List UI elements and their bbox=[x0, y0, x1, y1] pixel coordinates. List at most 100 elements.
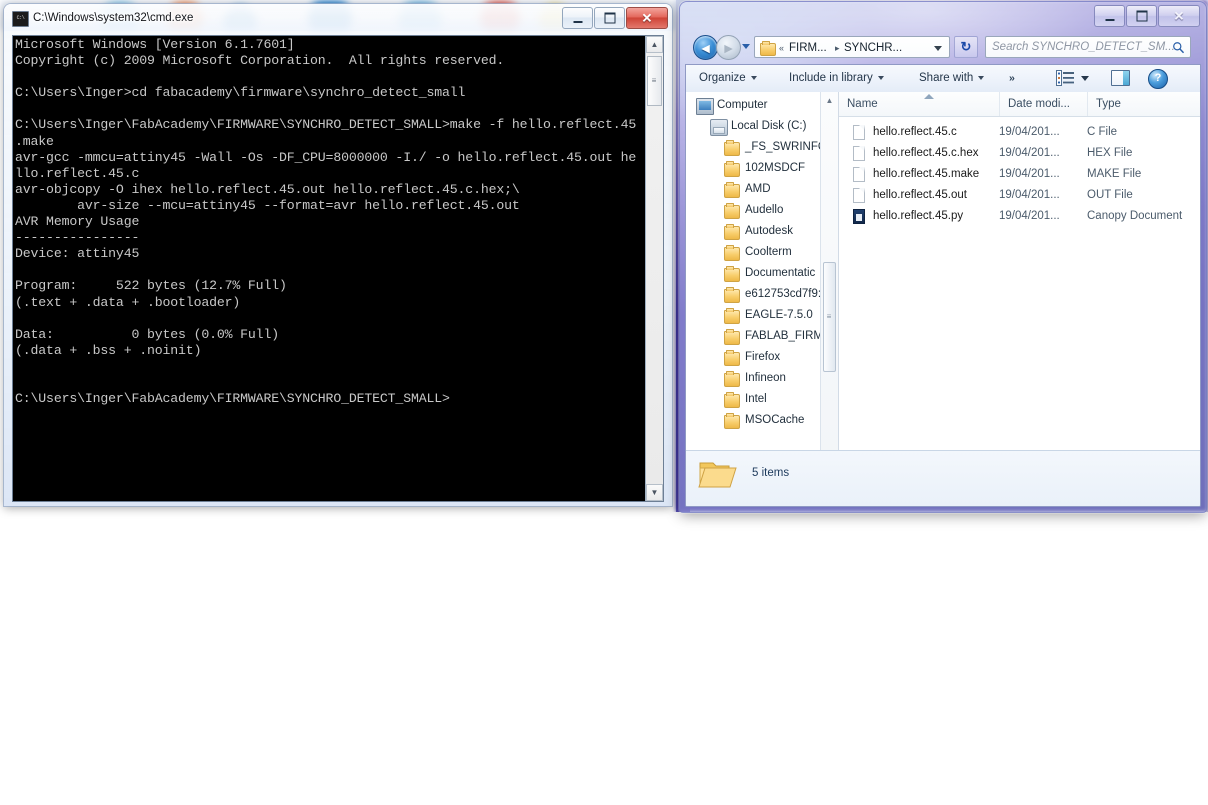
breadcrumb-synchro[interactable]: SYNCHR... bbox=[844, 41, 902, 55]
tree-item-label: MSOCache bbox=[745, 414, 805, 426]
tree-item-computer[interactable]: Computer bbox=[686, 95, 838, 116]
tree-item-autodesk[interactable]: Autodesk bbox=[686, 221, 838, 242]
minimize-button[interactable] bbox=[562, 7, 593, 29]
search-input[interactable]: Search SYNCHRO_DETECT_SM... bbox=[985, 36, 1191, 58]
item-count-label: 5 items bbox=[752, 467, 790, 479]
minimize-icon bbox=[573, 21, 582, 23]
tree-item-102msdcf[interactable]: 102MSDCF bbox=[686, 158, 838, 179]
table-row[interactable]: hello.reflect.45.out 19/04/201... OUT File bbox=[839, 185, 1200, 206]
scroll-down-arrow-icon[interactable]: ▼ bbox=[646, 484, 663, 501]
file-icon bbox=[853, 146, 865, 161]
chevron-down-icon[interactable] bbox=[934, 46, 942, 51]
command-prompt-window[interactable]: C:\ C:\Windows\system32\cmd.exe ✕ Micros… bbox=[4, 4, 672, 506]
tree-item-amd[interactable]: AMD bbox=[686, 179, 838, 200]
file-type-cell: C File bbox=[1087, 126, 1118, 138]
tree-item-fablab-firm[interactable]: FABLAB_FIRM bbox=[686, 326, 838, 347]
console-output-area[interactable]: Microsoft Windows [Version 6.1.7601] Cop… bbox=[12, 35, 664, 502]
tree-item-label: Autodesk bbox=[745, 225, 793, 237]
command-prompt-titlebar[interactable]: C:\ C:\Windows\system32\cmd.exe ✕ bbox=[4, 4, 672, 31]
nav-scrollbar-thumb[interactable]: ≡ bbox=[823, 262, 836, 372]
column-header-date-modified[interactable]: Date modi... bbox=[999, 92, 1087, 116]
include-in-library-button[interactable]: Include in library bbox=[784, 69, 889, 88]
column-header-name[interactable]: Name bbox=[839, 92, 999, 116]
desktop: C:\ C:\Windows\system32\cmd.exe ✕ Micros… bbox=[0, 0, 1208, 805]
tree-item-local-disk-c[interactable]: Local Disk (C:) bbox=[686, 116, 838, 137]
table-row[interactable]: hello.reflect.45.make 19/04/201... MAKE Fi… bbox=[839, 164, 1200, 185]
tree-item-label: Firefox bbox=[745, 351, 781, 363]
nav-scroll-up-arrow-icon[interactable]: ▲ bbox=[821, 92, 838, 109]
share-with-button[interactable]: Share with bbox=[914, 69, 989, 88]
tree-item-infineon[interactable]: Infineon bbox=[686, 368, 838, 389]
tree-item-firefox[interactable]: Firefox bbox=[686, 347, 838, 368]
maximize-button[interactable] bbox=[594, 7, 625, 29]
tree-item-msocache[interactable]: MSOCache bbox=[686, 410, 838, 431]
back-arrow-icon: ◄ bbox=[698, 39, 713, 56]
tree-item-label: Coolterm bbox=[745, 246, 792, 258]
refresh-button[interactable]: ↻ bbox=[954, 36, 978, 58]
navigation-pane[interactable]: Computer Local Disk (C:) _FS_SWRINFO 102MSD… bbox=[686, 92, 838, 489]
open-folder-icon bbox=[698, 462, 737, 488]
table-row[interactable]: hello.reflect.45.c.hex 19/04/201... HEX Fi… bbox=[839, 143, 1200, 164]
navigation-pane-scrollbar[interactable]: ▲ ≡ ▼ bbox=[820, 92, 838, 489]
chevron-down-icon bbox=[877, 75, 884, 80]
folder-icon bbox=[724, 287, 740, 303]
tree-item-label: Computer bbox=[717, 99, 768, 111]
minimize-icon bbox=[1105, 19, 1114, 21]
cmd-icon: C:\ bbox=[12, 11, 29, 27]
close-button[interactable]: ✕ bbox=[1158, 5, 1200, 27]
folder-icon bbox=[724, 245, 740, 261]
tree-item-label: Documentatic bbox=[745, 267, 816, 279]
tree-item-e612753cd7f9[interactable]: e612753cd7f9: bbox=[686, 284, 838, 305]
details-pane: 5 items bbox=[686, 450, 1200, 506]
tree-item-documentatic[interactable]: Documentatic bbox=[686, 263, 838, 284]
windows-explorer-window[interactable]: ✕ ◄ ► « FIRM... ▸ SYNCHR... ↻ Search SYN… bbox=[680, 2, 1206, 512]
forward-button[interactable]: ► bbox=[716, 35, 741, 60]
table-row[interactable]: hello.reflect.45.c 19/04/201... C File bbox=[839, 122, 1200, 143]
minimize-button[interactable] bbox=[1094, 5, 1125, 27]
tree-item-eagle-7-5-0[interactable]: EAGLE-7.5.0 bbox=[686, 305, 838, 326]
folder-icon bbox=[724, 350, 740, 366]
tree-item-label: Infineon bbox=[745, 372, 786, 384]
folder-icon bbox=[724, 266, 740, 282]
tree-item-audello[interactable]: Audello bbox=[686, 200, 838, 221]
chevron-down-icon bbox=[750, 75, 757, 80]
file-type-cell: OUT File bbox=[1087, 189, 1133, 201]
console-vertical-scrollbar[interactable]: ▲ ≡ ▼ bbox=[645, 36, 663, 501]
tree-item-label: EAGLE-7.5.0 bbox=[745, 309, 813, 321]
explorer-body: Organize Include in library Share with »… bbox=[685, 64, 1201, 507]
tree-item-intel[interactable]: Intel bbox=[686, 389, 838, 410]
file-date-cell: 19/04/201... bbox=[999, 126, 1060, 138]
breadcrumb-firmware[interactable]: FIRM... bbox=[789, 41, 827, 55]
organize-button[interactable]: Organize bbox=[694, 69, 762, 88]
computer-icon bbox=[696, 98, 714, 115]
breadcrumb-separator: « bbox=[779, 43, 785, 53]
tree-item-label: Local Disk (C:) bbox=[731, 120, 807, 132]
file-list-pane[interactable]: Name Date modi... Type ◄ ⦀ ► hello.refle… bbox=[839, 92, 1200, 489]
search-icon bbox=[1173, 42, 1185, 54]
recent-pages-dropdown-icon[interactable] bbox=[742, 44, 750, 49]
forward-arrow-icon: ► bbox=[721, 39, 736, 56]
views-icon[interactable] bbox=[1056, 70, 1074, 86]
tree-item-label: Audello bbox=[745, 204, 784, 216]
tree-item-fs-swrinfo[interactable]: _FS_SWRINFO bbox=[686, 137, 838, 158]
back-button[interactable]: ◄ bbox=[693, 35, 718, 60]
close-button[interactable]: ✕ bbox=[626, 7, 668, 29]
window-title: C:\Windows\system32\cmd.exe bbox=[33, 12, 194, 24]
column-header-type[interactable]: Type bbox=[1087, 92, 1200, 116]
views-chevron-down-icon[interactable] bbox=[1081, 76, 1089, 81]
maximize-icon bbox=[604, 12, 615, 24]
scrollbar-thumb[interactable]: ≡ bbox=[647, 56, 662, 106]
maximize-icon bbox=[1136, 10, 1147, 22]
toolbar-overflow-button[interactable]: » bbox=[1004, 69, 1020, 88]
cmd-window-controls: ✕ bbox=[561, 7, 668, 29]
maximize-button[interactable] bbox=[1126, 5, 1157, 27]
preview-pane-icon[interactable] bbox=[1111, 70, 1130, 86]
file-icon bbox=[853, 125, 865, 140]
address-bar[interactable]: « FIRM... ▸ SYNCHR... bbox=[754, 36, 950, 58]
table-row[interactable]: hello.reflect.45.py 19/04/201... Canopy Do… bbox=[839, 206, 1200, 227]
tree-item-coolterm[interactable]: Coolterm bbox=[686, 242, 838, 263]
help-icon[interactable]: ? bbox=[1148, 69, 1168, 89]
explorer-navigation-bar: ◄ ► « FIRM... ▸ SYNCHR... ↻ Search SYNCH… bbox=[680, 32, 1206, 64]
scroll-up-arrow-icon[interactable]: ▲ bbox=[646, 36, 663, 53]
explorer-titlebar[interactable]: ✕ bbox=[680, 2, 1206, 31]
